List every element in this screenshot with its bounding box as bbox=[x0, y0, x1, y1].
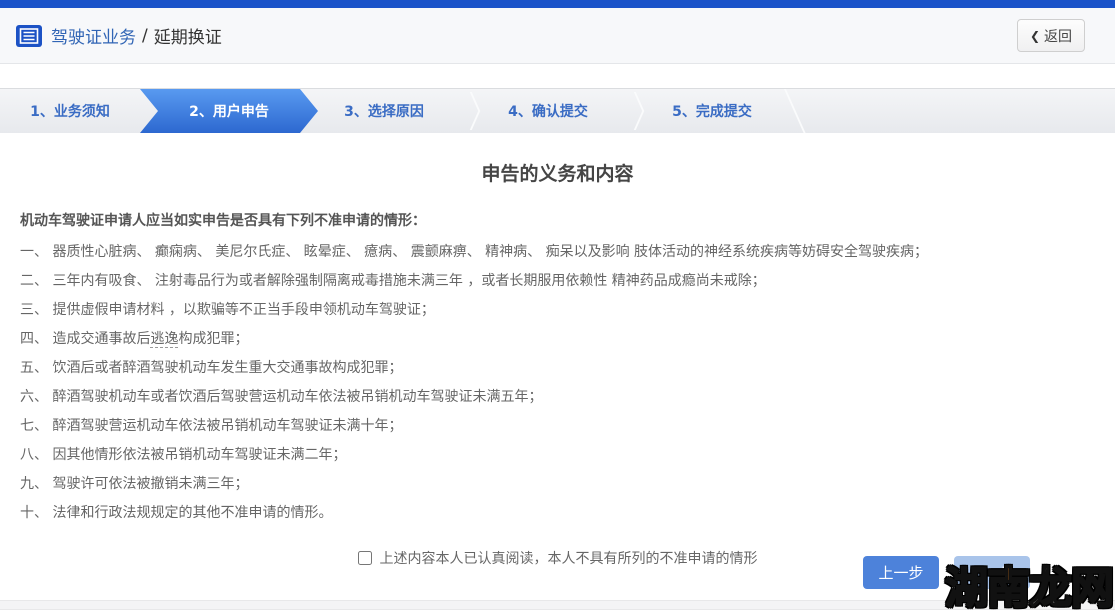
step-tab-3[interactable]: 3、选择原因 bbox=[314, 89, 454, 133]
header: 驾驶证业务 / 延期换证 ❮ 返回 bbox=[0, 8, 1115, 64]
step-tab-2[interactable]: 2、用户申告 bbox=[140, 89, 318, 133]
breadcrumb-page: 延期换证 bbox=[154, 23, 222, 48]
notice-item-4: 四、 造成交通事故后逃逸构成犯罪； bbox=[20, 325, 1095, 354]
watermark-part2: 龙网 bbox=[1029, 564, 1113, 614]
notice-item-2: 二、 三年内有吸食、 注射毒品行为或者解除强制隔离戒毒措施未满三年 ，或者长期服… bbox=[20, 267, 1095, 296]
step-tab-1[interactable]: 1、业务须知 bbox=[0, 89, 140, 133]
underlined-term: 逃逸 bbox=[150, 331, 178, 348]
breadcrumb-separator: / bbox=[142, 26, 148, 46]
breadcrumb-category: 驾驶证业务 bbox=[51, 23, 136, 48]
notice-intro: 机动车驾驶证申请人应当如实申告是否具有下列不准申请的情形： bbox=[20, 210, 1095, 230]
notice-item-8: 八、 因其他情形依法被吊销机动车驾驶证未满二年； bbox=[20, 441, 1095, 470]
step-separator-icon bbox=[454, 89, 478, 133]
notice-item-6: 六、 醉酒驾驶机动车或者饮酒后驾驶营运机动车依法被吊销机动车驾驶证未满五年； bbox=[20, 383, 1095, 412]
page-title: 申告的义务和内容 bbox=[20, 159, 1095, 186]
watermark-part1: 湖南 bbox=[945, 564, 1029, 614]
notice-item-9: 九、 驾驶许可依法被撤销未满三年； bbox=[20, 470, 1095, 499]
confirm-checkbox[interactable] bbox=[358, 551, 372, 565]
list-icon bbox=[16, 25, 42, 47]
notice-item-7: 七、 醉酒驾驶营运机动车依法被吊销机动车驾驶证未满十年； bbox=[20, 412, 1095, 441]
back-button[interactable]: ❮ 返回 bbox=[1017, 19, 1085, 52]
notice-list: 一、 器质性心脏病、 癫痫病、 美尼尔氏症、 眩晕症、 癔病、 震颤麻痹、 精神… bbox=[20, 238, 1095, 528]
notice-item-3: 三、 提供虚假申请材料 ，以欺骗等不正当手段申领机动车驾驶证； bbox=[20, 296, 1095, 325]
notice-item-1: 一、 器质性心脏病、 癫痫病、 美尼尔氏症、 眩晕症、 癔病、 震颤麻痹、 精神… bbox=[20, 238, 1095, 267]
step-end-divider bbox=[782, 89, 816, 133]
notice-item-10: 十、 法律和行政法规规定的其他不准申请的情形。 bbox=[20, 499, 1095, 528]
watermark: 湖南龙网 bbox=[945, 554, 1113, 614]
chevron-left-icon: ❮ bbox=[1030, 29, 1040, 43]
back-button-label: 返回 bbox=[1044, 26, 1072, 46]
top-accent-bar bbox=[0, 0, 1115, 8]
step-tab-4[interactable]: 4、确认提交 bbox=[478, 89, 618, 133]
notice-item-5: 五、 饮酒后或者醉酒驾驶机动车发生重大交通事故构成犯罪； bbox=[20, 354, 1095, 383]
content: 申告的义务和内容 机动车驾驶证申请人应当如实申告是否具有下列不准申请的情形： 一… bbox=[0, 159, 1115, 568]
step-separator-icon bbox=[618, 89, 642, 133]
step-tab-5[interactable]: 5、完成提交 bbox=[642, 89, 782, 133]
confirm-label[interactable]: 上述内容本人已认真阅读，本人不具有所列的不准申请的情形 bbox=[380, 548, 758, 568]
step-tabs: 1、业务须知2、用户申告3、选择原因 4、确认提交 5、完成提交 bbox=[0, 88, 1115, 133]
prev-step-button[interactable]: 上一步 bbox=[863, 556, 939, 589]
page: 驾驶证业务 / 延期换证 ❮ 返回 1、业务须知2、用户申告3、选择原因 4、确认… bbox=[0, 0, 1115, 614]
